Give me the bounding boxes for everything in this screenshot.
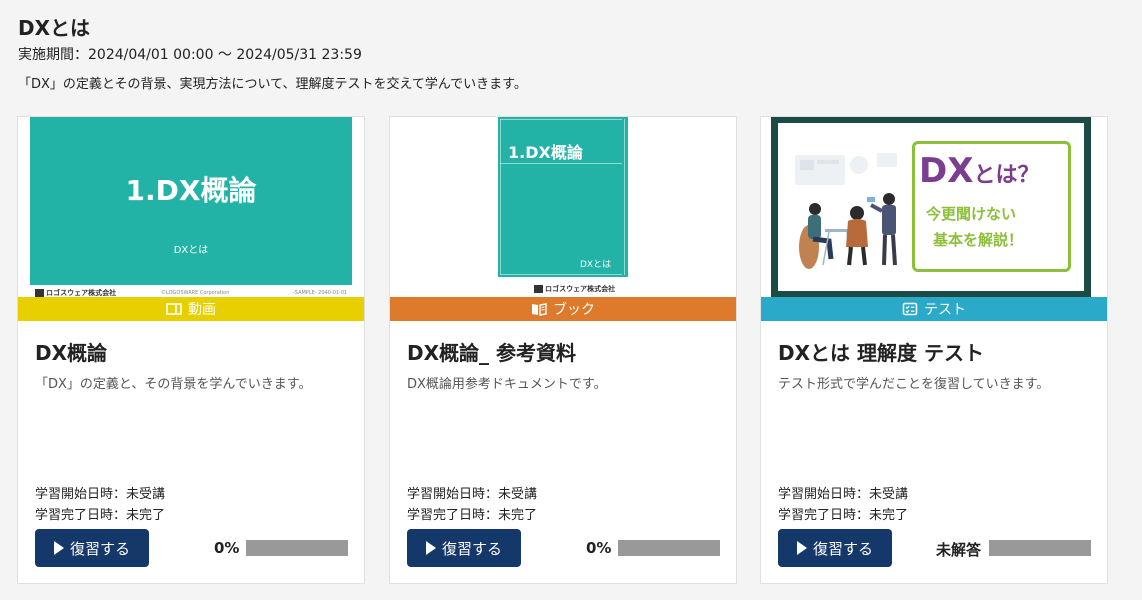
start-datetime: 学習開始日時：未受講 xyxy=(778,487,909,502)
card-description: テスト形式で学んだことを復習していきます。 xyxy=(778,377,1050,392)
logo-mark-icon xyxy=(35,289,44,297)
cover-frame-line xyxy=(500,274,622,275)
checklist-icon xyxy=(902,302,918,316)
content-card-book[interactable]: 1.DX概論 DXとは ロゴスウェア株式会社 ブック DX概論_ 参考資料 DX… xyxy=(389,116,737,584)
slide-subtitle: DXとは xyxy=(173,245,209,256)
headline-line2: 今更聞けない xyxy=(926,205,1017,223)
headline-line3: 基本を解説！ xyxy=(933,231,1024,249)
type-label: テスト xyxy=(924,302,966,318)
cover-frame-line xyxy=(624,119,625,275)
card-thumbnail[interactable]: 1.DX概論 DXとは ロゴスウェア株式会社 xyxy=(390,117,736,297)
answer-status: 未解答 xyxy=(936,541,982,559)
end-datetime: 学習完了日時：未完了 xyxy=(778,508,909,523)
book-cover-title: 1.DX概論 xyxy=(508,143,583,162)
start-datetime: 学習開始日時：未受講 xyxy=(407,487,538,502)
start-datetime: 学習開始日時：未受講 xyxy=(35,487,166,502)
play-icon xyxy=(53,541,64,555)
progress-label: 0% xyxy=(586,539,612,557)
slide-title: 1.DX概論 xyxy=(125,174,257,207)
play-icon xyxy=(425,541,436,555)
review-button[interactable]: 復習する xyxy=(35,529,149,567)
card-thumbnail[interactable]: 1.DX概論 DXとは ロゴスウェア株式会社 ©LOGOSWARE Corpor… xyxy=(18,117,364,297)
review-button[interactable]: 復習する xyxy=(778,529,892,567)
type-badge: テスト xyxy=(761,297,1107,321)
video-icon xyxy=(166,303,182,315)
card-thumbnail[interactable]: DXとは？ 今更聞けない 基本を解説！ xyxy=(761,117,1107,297)
book-icon xyxy=(532,303,547,316)
type-label: 動画 xyxy=(188,302,216,318)
type-label: ブック xyxy=(553,302,595,318)
slide-logo-text: ロゴスウェア株式会社 xyxy=(46,289,117,297)
review-button-label: 復習する xyxy=(441,539,502,558)
course-description: 「DX」の定義とその背景、実現方法について、理解度テストを交えて学んでいきます。 xyxy=(18,77,527,92)
period-text: 実施期間：2024/04/01 00:00 〜 2024/05/31 23:59 xyxy=(18,47,362,63)
headline-dx: DX xyxy=(919,151,974,191)
end-datetime: 学習完了日時：未完了 xyxy=(35,508,166,523)
page-title: DXとは xyxy=(18,16,91,40)
people-illustration xyxy=(795,153,897,269)
book-cover-subtitle: DXとは xyxy=(580,260,612,270)
cover-frame-line xyxy=(500,119,501,275)
book-logo: ロゴスウェア株式会社 xyxy=(534,284,615,294)
card-title: DX概論 xyxy=(35,341,108,365)
review-button-label: 復習する xyxy=(69,539,130,558)
progress-bar xyxy=(618,540,720,556)
card-description: DX概論用参考ドキュメントです。 xyxy=(407,377,607,392)
card-title: DX概論_ 参考資料 xyxy=(407,341,576,365)
card-title: DXとは 理解度 テスト xyxy=(778,341,984,365)
type-badge: 動画 xyxy=(18,297,364,321)
cover-frame-line xyxy=(500,163,622,164)
logo-mark-icon xyxy=(534,285,543,293)
headline-main: DXとは？ xyxy=(919,151,1039,191)
end-datetime: 学習完了日時：未完了 xyxy=(407,508,538,523)
progress-bar xyxy=(246,540,348,556)
slide-copyright: ©LOGOSWARE Corporation xyxy=(161,290,230,296)
progress-label: 0% xyxy=(214,539,240,557)
progress-bar xyxy=(989,540,1091,556)
content-card-test[interactable]: DXとは？ 今更聞けない 基本を解説！ テスト DXとは 理解度 テスト テスト… xyxy=(760,116,1108,584)
type-badge: ブック xyxy=(390,297,736,321)
book-logo-text: ロゴスウェア株式会社 xyxy=(545,285,616,293)
review-button-label: 復習する xyxy=(812,539,873,558)
card-description: 「DX」の定義と、その背景を学んでいきます。 xyxy=(35,377,312,392)
play-icon xyxy=(796,541,807,555)
headline-dx-rest: とは？ xyxy=(973,163,1040,188)
content-card-video[interactable]: 1.DX概論 DXとは ロゴスウェア株式会社 ©LOGOSWARE Corpor… xyxy=(17,116,365,584)
cover-frame-line xyxy=(500,119,622,120)
slide-code: -SAMPLE- 2040-01-01 xyxy=(293,290,348,296)
review-button[interactable]: 復習する xyxy=(407,529,521,567)
slide-logo: ロゴスウェア株式会社 xyxy=(35,288,116,297)
